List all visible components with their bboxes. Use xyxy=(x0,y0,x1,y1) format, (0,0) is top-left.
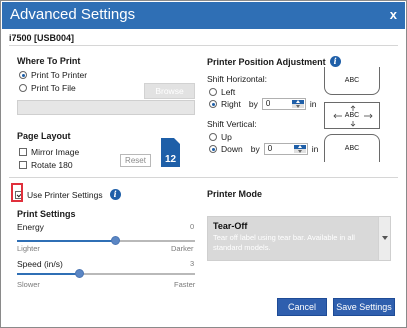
printer-settings-info-icon[interactable]: i xyxy=(109,189,121,200)
close-button[interactable]: x xyxy=(390,7,397,22)
preview-top-box: ABC xyxy=(324,67,380,95)
preview-mid-text: ABC xyxy=(344,112,360,119)
horizontal-down-arrow-icon[interactable] xyxy=(291,104,304,108)
rotate-180-label: Rotate 180 xyxy=(31,160,73,170)
title-bar: Advanced Settings x xyxy=(2,2,405,29)
option-print-to-file[interactable]: Print To File xyxy=(19,83,76,93)
printer-mode-description: Tear off label using tear bar. Available… xyxy=(213,233,355,252)
radio-left[interactable] xyxy=(209,88,217,96)
speed-value: 3 xyxy=(190,259,195,268)
label-size-text: 12 xyxy=(164,154,177,165)
speed-thumb[interactable] xyxy=(75,269,84,278)
radio-print-to-file[interactable] xyxy=(19,84,27,92)
speed-slider[interactable] xyxy=(17,269,195,279)
vertical-unit: in xyxy=(311,144,319,154)
mirror-image-option[interactable]: Mirror Image xyxy=(19,147,79,157)
option-right[interactable]: Right by 0 in xyxy=(209,98,316,110)
highlight-box xyxy=(11,183,23,202)
advanced-settings-dialog: Advanced Settings x i7500 [USB004] Where… xyxy=(0,0,407,328)
window-title: Advanced Settings xyxy=(10,6,136,23)
preview-top-text: ABC xyxy=(344,77,360,84)
mirror-image-checkbox[interactable] xyxy=(19,148,27,156)
vertical-stepper[interactable]: 0 xyxy=(263,143,308,155)
mirror-image-label: Mirror Image xyxy=(31,147,80,157)
print-to-file-label: Print To File xyxy=(31,83,76,93)
energy-label: Energy xyxy=(17,222,44,232)
browse-button[interactable]: Browse xyxy=(144,83,195,99)
radio-print-to-printer[interactable] xyxy=(19,71,27,79)
vertical-down-arrow-icon[interactable] xyxy=(293,149,306,153)
device-name: i7500 [USB004] xyxy=(9,33,75,43)
radio-down[interactable] xyxy=(209,145,217,153)
energy-max-label: Darker xyxy=(171,244,194,253)
speed-fill xyxy=(17,273,79,275)
print-settings-heading: Print Settings xyxy=(17,209,76,219)
printer-mode-heading: Printer Mode xyxy=(207,189,263,199)
shift-horizontal-label: Shift Horizontal: xyxy=(207,74,267,84)
down-label: Down xyxy=(221,144,243,154)
vertical-value: 0 xyxy=(267,144,273,153)
option-up[interactable]: Up xyxy=(209,132,232,142)
position-heading-row: Printer Position Adjustment i xyxy=(207,56,341,67)
reset-button[interactable]: Reset xyxy=(120,154,151,167)
preview-mid-box: ABC xyxy=(324,102,380,129)
energy-slider[interactable] xyxy=(17,236,195,246)
position-info-icon[interactable]: i xyxy=(329,56,341,67)
shift-vertical-label: Shift Vertical: xyxy=(207,119,257,129)
print-to-printer-label: Print To Printer xyxy=(31,70,88,80)
horizontal-value: 0 xyxy=(265,99,271,108)
save-settings-button[interactable]: Save Settings xyxy=(333,298,395,316)
left-label: Left xyxy=(221,87,236,97)
chevron-down-icon[interactable] xyxy=(378,217,390,260)
energy-thumb[interactable] xyxy=(111,236,120,245)
speed-min-label: Slower xyxy=(17,280,40,289)
divider-top xyxy=(9,45,398,46)
cancel-button[interactable]: Cancel xyxy=(277,298,327,316)
use-printer-settings-label: Use Printer Settings xyxy=(27,189,103,200)
printer-mode-title: Tear-Off xyxy=(213,221,248,231)
rotate-180-option[interactable]: Rotate 180 xyxy=(19,160,73,170)
horizontal-by-label: by xyxy=(248,99,258,109)
preview-bottom-text: ABC xyxy=(344,145,360,152)
horizontal-stepper[interactable]: 0 xyxy=(261,98,306,110)
file-path-field[interactable] xyxy=(17,100,195,115)
energy-min-label: Lighter xyxy=(17,244,40,253)
option-left[interactable]: Left xyxy=(209,87,235,97)
radio-up[interactable] xyxy=(209,133,217,141)
energy-fill xyxy=(17,240,115,242)
page-layout-heading: Page Layout xyxy=(17,131,71,141)
rotate-180-checkbox[interactable] xyxy=(19,161,27,169)
option-down[interactable]: Down by 0 in xyxy=(209,143,318,155)
use-printer-settings-option[interactable]: Use Printer Settings i xyxy=(15,189,121,200)
where-to-print-heading: Where To Print xyxy=(17,56,81,66)
speed-label: Speed (in/s) xyxy=(17,259,63,269)
up-label: Up xyxy=(221,132,232,142)
vertical-by-label: by xyxy=(250,144,260,154)
horizontal-unit: in xyxy=(309,99,317,109)
printer-mode-dropdown[interactable]: Tear-Off Tear off label using tear bar. … xyxy=(207,216,391,261)
speed-max-label: Faster xyxy=(174,280,196,289)
preview-bottom-box: ABC xyxy=(324,134,380,162)
radio-right[interactable] xyxy=(209,100,217,108)
option-print-to-printer[interactable]: Print To Printer xyxy=(19,70,87,80)
right-label: Right xyxy=(221,99,241,109)
divider-middle xyxy=(9,177,398,178)
energy-value: 0 xyxy=(190,222,195,231)
label-size-icon: 12 xyxy=(161,138,180,167)
position-heading: Printer Position Adjustment xyxy=(207,56,326,67)
